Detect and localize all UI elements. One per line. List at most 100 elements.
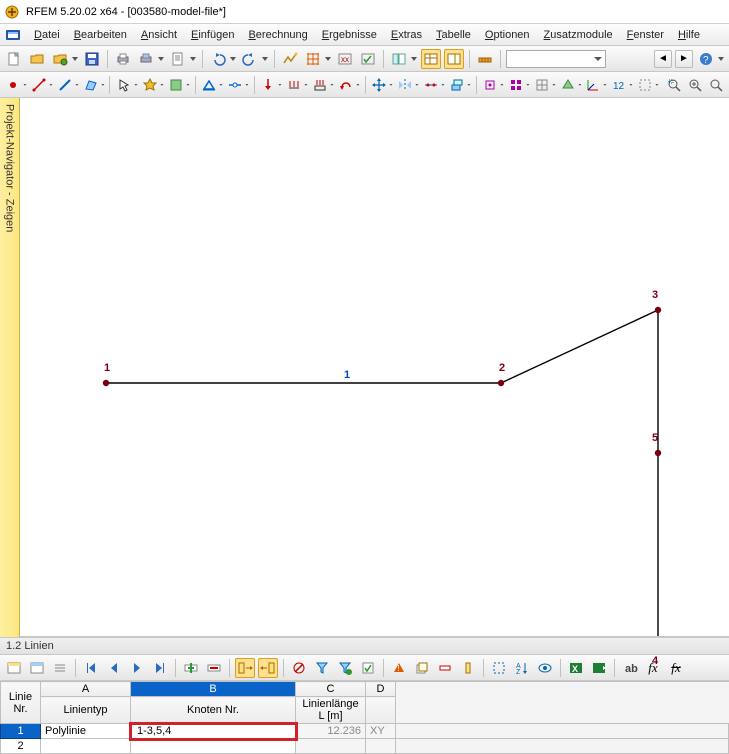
favorites-icon[interactable] bbox=[141, 75, 159, 95]
sort-icon[interactable]: AZ bbox=[512, 658, 532, 678]
validate-icon[interactable]: xx bbox=[335, 49, 355, 69]
line-load-icon[interactable] bbox=[285, 75, 303, 95]
vis-dropdown-icon[interactable] bbox=[655, 75, 659, 95]
fav-dropdown-icon[interactable] bbox=[160, 75, 164, 95]
print-icon[interactable] bbox=[113, 49, 133, 69]
select-tool-icon[interactable] bbox=[115, 75, 133, 95]
menu-einfuegen[interactable]: Einfügen bbox=[185, 27, 240, 43]
menu-zusatzmodule[interactable]: Zusatzmodule bbox=[538, 27, 619, 43]
nav-prev-icon[interactable] bbox=[104, 658, 124, 678]
menu-extras[interactable]: Extras bbox=[385, 27, 428, 43]
menu-berechnung[interactable]: Berechnung bbox=[242, 27, 313, 43]
render-icon[interactable] bbox=[559, 75, 577, 95]
units-icon[interactable] bbox=[475, 49, 495, 69]
navigator-icon[interactable] bbox=[389, 49, 409, 69]
move-tool-icon[interactable] bbox=[370, 75, 388, 95]
nav-next-icon[interactable] bbox=[127, 658, 147, 678]
snapm-dropdown-icon[interactable] bbox=[526, 75, 530, 95]
row-number[interactable]: 1 bbox=[1, 724, 41, 739]
member-tool-icon[interactable] bbox=[56, 75, 74, 95]
line-dropdown-icon[interactable] bbox=[49, 75, 53, 95]
extrude-tool-icon[interactable] bbox=[448, 75, 466, 95]
mesh-dropdown-icon[interactable] bbox=[324, 49, 332, 69]
print-dropdown-icon[interactable] bbox=[157, 49, 165, 69]
zoom-prev-icon[interactable] bbox=[707, 75, 725, 95]
check-icon[interactable] bbox=[358, 49, 378, 69]
table-toggle-icon[interactable] bbox=[421, 49, 441, 69]
nav-next-button[interactable]: ► bbox=[675, 50, 693, 68]
help-dropdown-icon[interactable] bbox=[717, 49, 725, 69]
loadcase-combo[interactable] bbox=[506, 50, 606, 68]
empty-row-icon[interactable] bbox=[435, 658, 455, 678]
import-excel-icon[interactable] bbox=[589, 658, 609, 678]
grid-dropdown-icon[interactable] bbox=[552, 75, 556, 95]
divide-dropdown-icon[interactable] bbox=[441, 75, 445, 95]
col-letter-b[interactable]: B bbox=[131, 682, 296, 697]
navigator-sidebar-tab[interactable]: Projekt-Navigator - Zeigen bbox=[0, 98, 20, 637]
support-icon[interactable] bbox=[200, 75, 218, 95]
hinge-icon[interactable] bbox=[226, 75, 244, 95]
surface-tool-icon[interactable] bbox=[82, 75, 100, 95]
menu-fenster[interactable]: Fenster bbox=[621, 27, 670, 43]
calculate-icon[interactable] bbox=[280, 49, 300, 69]
undo-dropdown-icon[interactable] bbox=[229, 49, 237, 69]
fill-col-icon[interactable] bbox=[458, 658, 478, 678]
save-icon[interactable] bbox=[82, 49, 102, 69]
open-file-icon[interactable] bbox=[27, 49, 47, 69]
grid-icon[interactable] bbox=[533, 75, 551, 95]
undo-icon[interactable] bbox=[208, 49, 228, 69]
menu-bearbeiten[interactable]: Bearbeiten bbox=[68, 27, 133, 43]
line-tool-icon[interactable] bbox=[30, 75, 48, 95]
report-dropdown-icon[interactable] bbox=[189, 49, 197, 69]
node-tool-icon[interactable] bbox=[4, 75, 22, 95]
snap-icon[interactable] bbox=[481, 75, 499, 95]
col-letter-c[interactable]: C bbox=[296, 682, 366, 697]
nav-last-icon[interactable] bbox=[150, 658, 170, 678]
numbering-icon[interactable]: 12 bbox=[610, 75, 628, 95]
column-text-icon[interactable]: ab bbox=[620, 658, 640, 678]
row-number[interactable]: 2 bbox=[1, 739, 41, 754]
open-dropdown-icon[interactable] bbox=[71, 49, 79, 69]
visibility-icon[interactable] bbox=[636, 75, 654, 95]
view-sel-icon[interactable] bbox=[535, 658, 555, 678]
export-excel-icon[interactable]: X bbox=[566, 658, 586, 678]
filter-check-icon[interactable] bbox=[358, 658, 378, 678]
support-dropdown-icon[interactable] bbox=[219, 75, 223, 95]
menu-ergebnisse[interactable]: Ergebnisse bbox=[316, 27, 383, 43]
cell-knoten-edit[interactable]: 1-3,5,4 bbox=[131, 724, 296, 739]
pl-dropdown-icon[interactable] bbox=[278, 75, 282, 95]
select-dropdown-icon[interactable] bbox=[134, 75, 138, 95]
sl-dropdown-icon[interactable] bbox=[330, 75, 334, 95]
sync-graphic-icon[interactable] bbox=[258, 658, 278, 678]
table-second-icon[interactable] bbox=[27, 658, 47, 678]
num-dropdown-icon[interactable] bbox=[629, 75, 633, 95]
zoom-all-icon[interactable] bbox=[686, 75, 704, 95]
axis-dropdown-icon[interactable] bbox=[603, 75, 607, 95]
extrude-dropdown-icon[interactable] bbox=[467, 75, 471, 95]
model-canvas[interactable]: 123541 bbox=[20, 98, 729, 637]
mesh-icon[interactable] bbox=[303, 49, 323, 69]
col-header-linie-nr[interactable]: Linie Nr. bbox=[1, 682, 41, 724]
sync-select-icon[interactable] bbox=[235, 658, 255, 678]
nav-first-icon[interactable] bbox=[81, 658, 101, 678]
surface-load-icon[interactable] bbox=[311, 75, 329, 95]
col-header-knoten[interactable]: Knoten Nr. bbox=[131, 697, 296, 724]
divide-tool-icon[interactable] bbox=[422, 75, 440, 95]
data-grid[interactable]: Linie Nr. A B C D Linientyp Knoten Nr. L… bbox=[0, 681, 729, 754]
member-dropdown-icon[interactable] bbox=[75, 75, 79, 95]
open-project-icon[interactable] bbox=[50, 49, 70, 69]
copy-row-icon[interactable] bbox=[412, 658, 432, 678]
loadcase-input[interactable] bbox=[506, 50, 606, 68]
move-dropdown-icon[interactable] bbox=[389, 75, 393, 95]
col-letter-d[interactable]: D bbox=[366, 682, 396, 697]
menu-ansicht[interactable]: Ansicht bbox=[135, 27, 183, 43]
node-dropdown-icon[interactable] bbox=[23, 75, 27, 95]
mirror-dropdown-icon[interactable] bbox=[415, 75, 419, 95]
filter-icon[interactable] bbox=[312, 658, 332, 678]
new-file-icon[interactable] bbox=[4, 49, 24, 69]
delete-row-icon[interactable] bbox=[204, 658, 224, 678]
panel-toggle-icon[interactable] bbox=[444, 49, 464, 69]
loadcase-icon[interactable] bbox=[167, 75, 185, 95]
col-letter-a[interactable]: A bbox=[41, 682, 131, 697]
table-first-icon[interactable] bbox=[4, 658, 24, 678]
